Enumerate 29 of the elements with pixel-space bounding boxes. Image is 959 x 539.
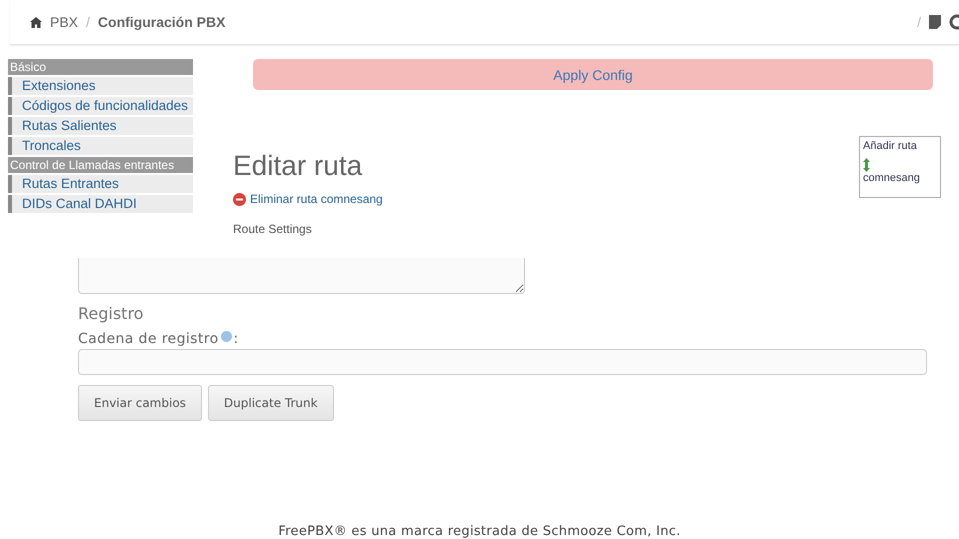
input-field[interactable]: [78, 349, 927, 375]
sidebar-item[interactable]: Troncales: [8, 137, 193, 155]
page-title: Editar ruta: [233, 150, 362, 182]
sidebar-item[interactable]: Extensiones: [8, 77, 193, 95]
route-link[interactable]: comnesang: [863, 172, 940, 184]
sidebar-item[interactable]: DIDs Canal DAHDI: [8, 195, 193, 213]
section-heading: Registro: [78, 304, 144, 323]
up-down-arrow-icon[interactable]: [863, 158, 870, 172]
form-button[interactable]: Enviar cambios: [78, 385, 202, 421]
section-label: Route Settings: [233, 222, 313, 236]
form-button[interactable]: Duplicate Trunk: [208, 385, 334, 421]
breadcrumb-item[interactable]: PBX: [50, 14, 78, 30]
breadcrumb-separator: /: [86, 14, 90, 30]
note-icon[interactable]: [929, 15, 941, 29]
delete-route-link[interactable]: Eliminar ruta comnesang: [250, 192, 383, 206]
footer-text: FreePBX® es una marca registrada de Schmooze Com, Inc.: [277, 524, 682, 539]
breadcrumb-item[interactable]: Configuración PBX: [98, 14, 226, 30]
sidebar-item[interactable]: Rutas Salientes: [8, 117, 193, 135]
sidebar-section-header: Básico: [8, 59, 193, 75]
remove-icon[interactable]: [233, 192, 246, 206]
add-route-link[interactable]: Añadir ruta: [863, 140, 940, 152]
lifebuoy-icon[interactable]: [949, 14, 959, 30]
sidebar-section-header: Control de Llamadas entrantes: [8, 157, 193, 173]
field-label: Cadena de registro: [78, 331, 219, 347]
header-separator: /: [917, 14, 921, 30]
sidebar-item[interactable]: Códigos de funcionalidades: [8, 97, 193, 115]
label-colon: :: [234, 331, 239, 347]
sidebar-item[interactable]: Rutas Entrantes: [8, 175, 193, 193]
home-icon[interactable]: [30, 16, 42, 28]
